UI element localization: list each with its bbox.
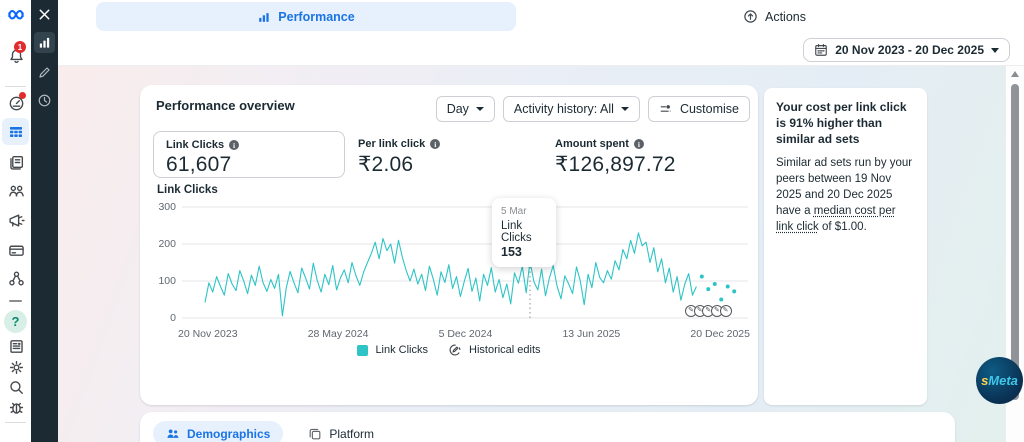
sidebar-item-audiences-icon[interactable] — [7, 181, 25, 199]
metric-value: 61,607 — [166, 153, 332, 177]
rail-divider — [5, 86, 26, 87]
account-alert-dot — [19, 92, 26, 99]
scrollbar-thumb[interactable] — [1011, 84, 1019, 400]
card-title: Performance overview — [156, 98, 295, 113]
insight-body-text: of $1.00. — [819, 221, 867, 233]
view-tabs-bar: Performance Actions — [58, 0, 1024, 33]
help-button[interactable]: ? — [4, 310, 27, 333]
historical-edits-icon — [448, 343, 462, 357]
date-range-picker[interactable]: 20 Nov 2023 - 20 Dec 2025 — [803, 38, 1010, 62]
filters-bar: 20 Nov 2023 - 20 Dec 2025 — [58, 33, 1024, 66]
metric-per-link-click[interactable]: Per link click i ₹2.06 — [358, 138, 440, 177]
platform-copy-icon — [308, 427, 322, 441]
tab-platform-label: Platform — [329, 427, 374, 441]
ads-manager-tool-rail — [31, 0, 58, 442]
actions-icon — [743, 9, 758, 24]
chart-tooltip: 5 Mar Link Clicks 153 — [492, 198, 556, 267]
info-icon[interactable]: i — [634, 139, 644, 149]
tab-actions[interactable]: Actions — [735, 0, 814, 33]
tooltip-label: Link Clicks — [501, 220, 547, 244]
search-icon[interactable] — [7, 378, 25, 396]
sidebar-item-advertise-megaphone-icon[interactable] — [7, 211, 25, 229]
info-icon[interactable]: i — [430, 139, 440, 149]
tooltip-value: 153 — [501, 245, 547, 259]
sidebar-item-billing-card-icon[interactable] — [7, 241, 25, 259]
metric-label: Amount spent — [555, 138, 629, 150]
metric-label: Link Clicks — [166, 139, 224, 151]
rail-divider-bottom — [5, 422, 26, 423]
charts-panel-icon[interactable] — [34, 32, 55, 53]
metric-link-clicks[interactable]: Link Clicks i 61,607 — [153, 131, 345, 178]
scroll-up-arrow[interactable] — [1011, 71, 1019, 77]
chart-legend: Link Clicks Historical edits — [140, 343, 758, 357]
info-icon[interactable]: i — [229, 140, 239, 150]
calendar-icon — [814, 43, 828, 57]
sidebar-item-pages-icon[interactable] — [7, 153, 25, 171]
insight-title: Your cost per link click is 91% higher t… — [776, 100, 915, 147]
activity-history-dropdown[interactable]: Activity history: All — [503, 96, 640, 122]
customise-sliders-icon — [659, 102, 673, 116]
history-clock-icon[interactable] — [34, 90, 55, 111]
legend-link-clicks[interactable]: Link Clicks — [357, 344, 428, 356]
tooltip-date: 5 Mar — [501, 206, 547, 217]
metric-amount-spent[interactable]: Amount spent i ₹126,897.72 — [555, 138, 676, 177]
performance-chart-icon — [257, 10, 271, 24]
chevron-down-icon — [476, 107, 484, 111]
historical-edit-marker[interactable]: ✎ — [720, 305, 732, 317]
x-tick-label: 20 Nov 2023 — [178, 328, 238, 340]
tab-actions-label: Actions — [765, 10, 806, 24]
tab-performance[interactable]: Performance — [96, 2, 516, 31]
x-tick-label: 20 Dec 2025 — [690, 328, 750, 340]
left-sidebar: 1 ? — [0, 0, 31, 442]
demographics-people-icon — [166, 427, 180, 441]
customise-label: Customise — [680, 102, 739, 116]
rail-dash-divider — [9, 300, 22, 302]
x-axis-labels: 20 Nov 2023 28 May 2024 5 Dec 2024 13 Jun 2… — [178, 328, 750, 340]
edit-pencil-icon[interactable] — [34, 62, 55, 83]
sidebar-item-reports-icon[interactable] — [7, 337, 25, 355]
watermark-text: Meta — [988, 373, 1018, 388]
granularity-label: Day — [447, 102, 469, 116]
sidebar-item-campaigns[interactable] — [2, 118, 29, 145]
x-tick-label: 28 May 2024 — [308, 328, 369, 340]
legend-label: Link Clicks — [375, 344, 428, 356]
smeta-watermark-logo: sMeta — [976, 357, 1023, 404]
legend-historical-edits[interactable]: Historical edits — [448, 343, 541, 357]
meta-logo-icon — [7, 5, 25, 23]
insight-body: Similar ad sets run by your peers betwee… — [776, 156, 915, 235]
sidebar-item-events-network-icon[interactable] — [7, 269, 25, 287]
report-bug-icon[interactable] — [7, 398, 25, 416]
insight-panel: Your cost per link click is 91% higher t… — [764, 88, 927, 405]
close-icon[interactable] — [34, 4, 55, 25]
tab-demographics-label: Demographics — [187, 427, 270, 441]
metric-value: ₹2.06 — [358, 152, 440, 177]
date-range-label: 20 Nov 2023 - 20 Dec 2025 — [835, 43, 984, 57]
chevron-down-icon — [991, 48, 999, 53]
chart-controls: Day Activity history: All Customise — [436, 96, 750, 122]
chevron-down-icon — [621, 107, 629, 111]
tab-demographics[interactable]: Demographics — [153, 421, 283, 442]
legend-swatch — [357, 345, 368, 356]
x-tick-label: 13 Jun 2025 — [562, 328, 620, 340]
customise-button[interactable]: Customise — [648, 96, 750, 122]
metric-value: ₹126,897.72 — [555, 152, 676, 177]
tab-performance-label: Performance — [278, 10, 354, 24]
metric-label: Per link click — [358, 138, 425, 150]
performance-overview-card: Performance overview Day Activity histor… — [140, 85, 758, 405]
settings-gear-icon[interactable] — [7, 358, 25, 376]
legend-label: Historical edits — [469, 344, 541, 356]
breakdown-card: Demographics Platform — [140, 412, 955, 442]
x-tick-label: 5 Dec 2024 — [439, 328, 493, 340]
link-clicks-chart[interactable] — [150, 196, 755, 328]
chart-title: Link Clicks — [157, 184, 218, 196]
tab-platform[interactable]: Platform — [295, 421, 387, 442]
activity-history-label: Activity history: All — [514, 102, 614, 116]
notification-badge: 1 — [14, 41, 26, 53]
granularity-dropdown[interactable]: Day — [436, 96, 495, 122]
